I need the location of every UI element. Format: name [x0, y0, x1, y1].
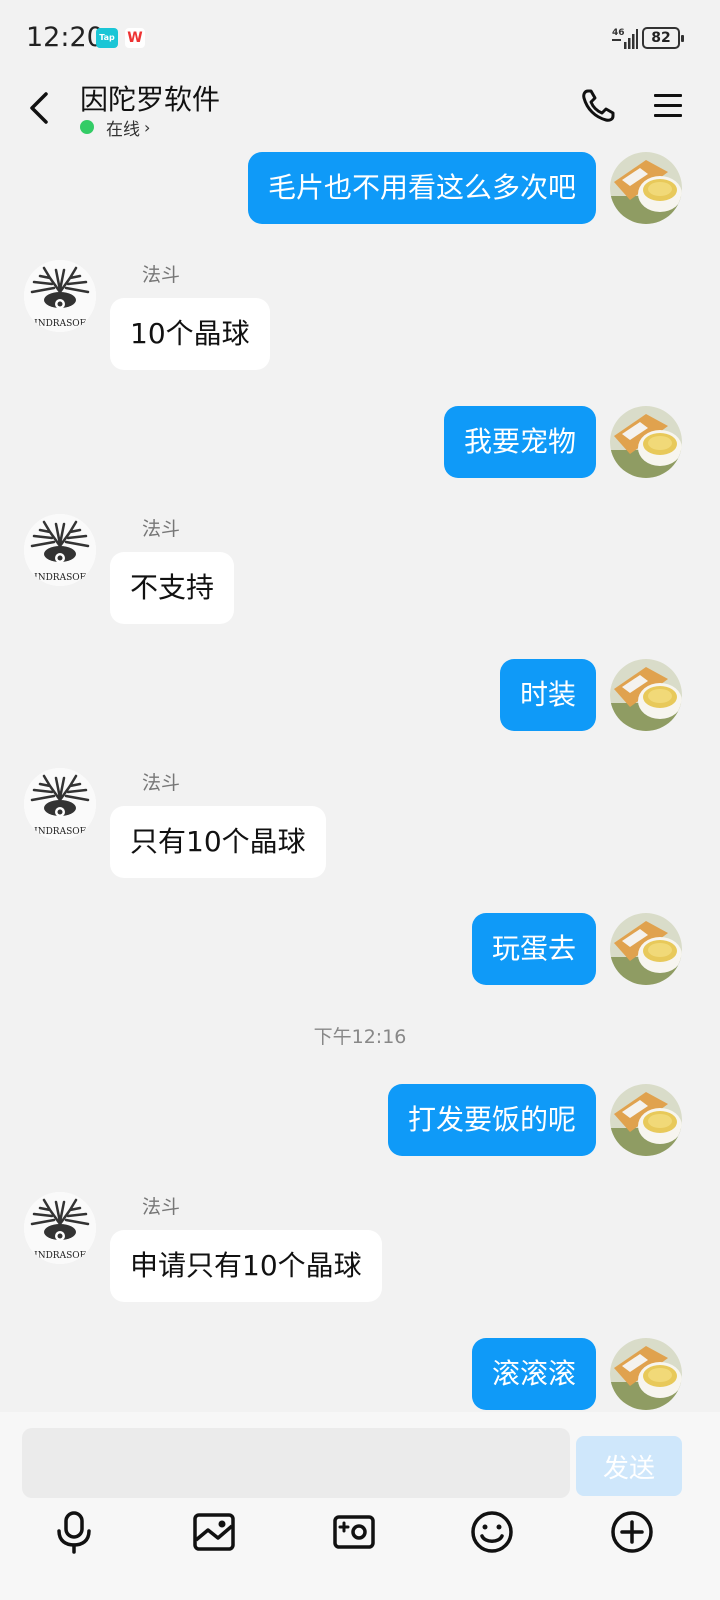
image-icon[interactable] [192, 1510, 236, 1554]
taptap-app-icon: Tap [96, 28, 118, 48]
sender-name: 法斗 [142, 264, 181, 286]
back-arrow-icon[interactable] [26, 90, 56, 126]
presence-status[interactable]: 在线 › [80, 116, 151, 140]
message-bubble[interactable]: 毛片也不用看这么多次吧 [247, 152, 596, 224]
emoji-icon[interactable] [470, 1510, 514, 1554]
chevron-right-icon: › [144, 117, 151, 137]
message-bubble[interactable]: 10个晶球 [110, 298, 270, 370]
message-bubble[interactable]: 时装 [499, 659, 596, 731]
status-time: 12:20 [26, 22, 104, 53]
camera-icon[interactable] [332, 1510, 376, 1554]
contact-avatar[interactable] [24, 1192, 96, 1264]
contact-avatar[interactable] [24, 260, 96, 332]
my-avatar[interactable] [610, 406, 682, 478]
message-bubble[interactable]: 打发要饭的呢 [387, 1084, 596, 1156]
message-bubble[interactable]: 玩蛋去 [471, 913, 596, 985]
online-dot-icon [80, 120, 94, 134]
message-timestamp: 下午12:16 [313, 1026, 407, 1048]
input-bar: 发送 [0, 1412, 720, 1600]
sender-name: 法斗 [142, 1196, 181, 1218]
chat-header: 因陀罗软件 在线 › [0, 76, 720, 142]
contact-avatar[interactable] [24, 514, 96, 586]
contact-name[interactable]: 因陀罗软件 [80, 78, 220, 118]
message-bubble[interactable]: 滚滚滚 [471, 1338, 596, 1410]
wps-app-icon: W [125, 28, 145, 48]
my-avatar[interactable] [610, 152, 682, 224]
presence-text: 在线 [106, 119, 140, 140]
my-avatar[interactable] [610, 1084, 682, 1156]
my-avatar[interactable] [610, 913, 682, 985]
svg-text:46: 46 [612, 28, 625, 38]
plus-icon[interactable] [610, 1510, 654, 1554]
my-avatar[interactable] [610, 1338, 682, 1410]
battery-indicator: 82 [642, 27, 684, 49]
phone-call-icon[interactable] [580, 88, 616, 124]
message-list[interactable]: 毛片也不用看这么多次吧 法斗 10个晶球 我要宠物 法斗 不支持 时装 法斗 只… [0, 142, 720, 1412]
send-button[interactable]: 发送 [576, 1436, 682, 1496]
my-avatar[interactable] [610, 659, 682, 731]
message-bubble[interactable]: 只有10个晶球 [110, 806, 326, 878]
signal-icon: 46 [612, 28, 638, 49]
contact-avatar[interactable] [24, 768, 96, 840]
menu-icon[interactable] [652, 92, 684, 120]
sender-name: 法斗 [142, 772, 181, 794]
message-bubble[interactable]: 不支持 [110, 552, 235, 624]
microphone-icon[interactable] [52, 1510, 96, 1554]
message-input[interactable] [22, 1428, 570, 1498]
status-bar: 12:20 Tap W 46 82 [0, 0, 720, 76]
sender-name: 法斗 [142, 518, 181, 540]
message-bubble[interactable]: 申请只有10个晶球 [110, 1230, 382, 1302]
message-bubble[interactable]: 我要宠物 [443, 406, 596, 478]
